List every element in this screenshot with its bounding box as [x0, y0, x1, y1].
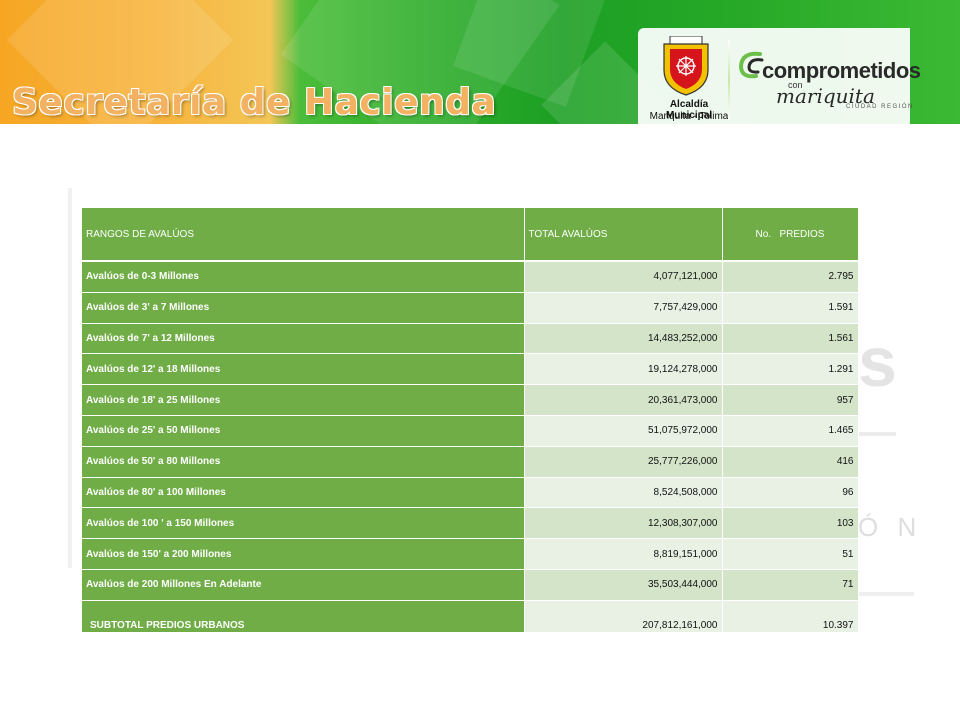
- page-title: Secretaría de Hacienda: [12, 82, 497, 123]
- column-header-rangos: RANGOS DE AVALÚOS: [82, 208, 525, 262]
- slogan-comprometidos: comprometidos: [762, 58, 921, 83]
- row-range-label: Avalúos de 0-3 Millones: [82, 261, 525, 293]
- row-total-value: 20,361,473,000: [524, 384, 723, 416]
- row-predios-value: 1.591: [722, 292, 859, 324]
- avaluos-table: RANGOS DE AVALÚOS TOTAL AVALÚOS No. PRED…: [82, 208, 859, 633]
- table-row: Avalúos de 3' a 7 Millones 7,757,429,000…: [82, 292, 859, 324]
- row-range-label: Avalúos de 150' a 200 Millones: [82, 538, 525, 570]
- row-total-value: 51,075,972,000: [524, 415, 723, 447]
- row-range-label: Avalúos de 12' a 18 Millones: [82, 353, 525, 386]
- table-row: Avalúos de 7' a 12 Millones 14,483,252,0…: [82, 323, 859, 355]
- table-row: Avalúos de 18' a 25 Millones 20,361,473,…: [82, 384, 859, 416]
- row-total-value: 35,503,444,000: [524, 569, 723, 601]
- watermark-glyph: Ó N: [858, 512, 923, 542]
- row-total-value: 4,077,121,000: [524, 261, 723, 293]
- row-predios-value: 416: [722, 446, 859, 478]
- row-range-label: Avalúos de 50' a 80 Millones: [82, 446, 525, 478]
- row-predios-value: 2.795: [722, 261, 859, 293]
- row-range-label: Avalúos de 200 Millones En Adelante: [82, 569, 525, 601]
- row-total-value: 25,777,226,000: [524, 446, 723, 478]
- row-total-value: 12,308,307,000: [524, 507, 723, 540]
- logo-divider: [728, 40, 730, 120]
- column-header-predios: No. PREDIOS: [722, 208, 859, 262]
- row-range-label: Avalúos de 3' a 7 Millones: [82, 292, 525, 324]
- municipal-shield-icon: [663, 36, 709, 96]
- subtotal-total-value: 207,812,161,000: [524, 600, 723, 633]
- row-predios-value: 96: [722, 477, 859, 509]
- row-total-value: 8,524,508,000: [524, 477, 723, 509]
- table-row: Avalúos de 200 Millones En Adelante 35,5…: [82, 569, 859, 601]
- row-range-label: Avalúos de 80' a 100 Millones: [82, 477, 525, 509]
- table-header-row: RANGOS DE AVALÚOS TOTAL AVALÚOS No. PRED…: [82, 208, 859, 262]
- subtotal-predios-value: 10.397: [722, 600, 859, 633]
- row-range-label: Avalúos de 18' a 25 Millones: [82, 384, 525, 416]
- row-total-value: 7,757,429,000: [524, 292, 723, 324]
- subtotal-label: SUBTOTAL PREDIOS URBANOS: [82, 600, 525, 633]
- row-predios-value: 51: [722, 538, 859, 570]
- subtotal-row: SUBTOTAL PREDIOS URBANOS 207,812,161,000…: [82, 600, 859, 633]
- table-row: Avalúos de 80' a 100 Millones 8,524,508,…: [82, 477, 859, 509]
- row-predios-value: 1.465: [722, 415, 859, 447]
- row-range-label: Avalúos de 7' a 12 Millones: [82, 323, 525, 355]
- watermark-line: [68, 188, 72, 568]
- watermark-line: [858, 592, 914, 596]
- row-predios-value: 1.561: [722, 323, 859, 355]
- row-total-value: 8,819,151,000: [524, 538, 723, 570]
- row-predios-value: 957: [722, 384, 859, 416]
- watermark-line: [858, 432, 896, 436]
- table-row: Avalúos de 12' a 18 Millones 19,124,278,…: [82, 353, 859, 386]
- column-header-total: TOTAL AVALÚOS: [524, 208, 723, 262]
- row-range-label: Avalúos de 100 ' a 150 Millones: [82, 507, 525, 540]
- row-range-label: Avalúos de 25' a 50 Millones: [82, 415, 525, 447]
- row-predios-value: 1.291: [722, 353, 859, 386]
- alcaldia-place: Mariquita - Tolima: [649, 111, 729, 122]
- table-row: Avalúos de 150' a 200 Millones 8,819,151…: [82, 538, 859, 570]
- slogan-tagline: CIUDAD REGIÓN: [846, 104, 914, 110]
- row-predios-value: 71: [722, 569, 859, 601]
- row-total-value: 19,124,278,000: [524, 353, 723, 386]
- row-total-value: 14,483,252,000: [524, 323, 723, 355]
- table-row: Avalúos de 50' a 80 Millones 25,777,226,…: [82, 446, 859, 478]
- table-row: Avalúos de 25' a 50 Millones 51,075,972,…: [82, 415, 859, 447]
- row-predios-value: 103: [722, 507, 859, 540]
- watermark-glyph: s: [858, 323, 897, 401]
- table-row: Avalúos de 0-3 Millones 4,077,121,000 2.…: [82, 261, 859, 293]
- table-row: Avalúos de 100 ' a 150 Millones 12,308,3…: [82, 507, 859, 540]
- avaluos-table-container: RANGOS DE AVALÚOS TOTAL AVALÚOS No. PRED…: [82, 208, 859, 633]
